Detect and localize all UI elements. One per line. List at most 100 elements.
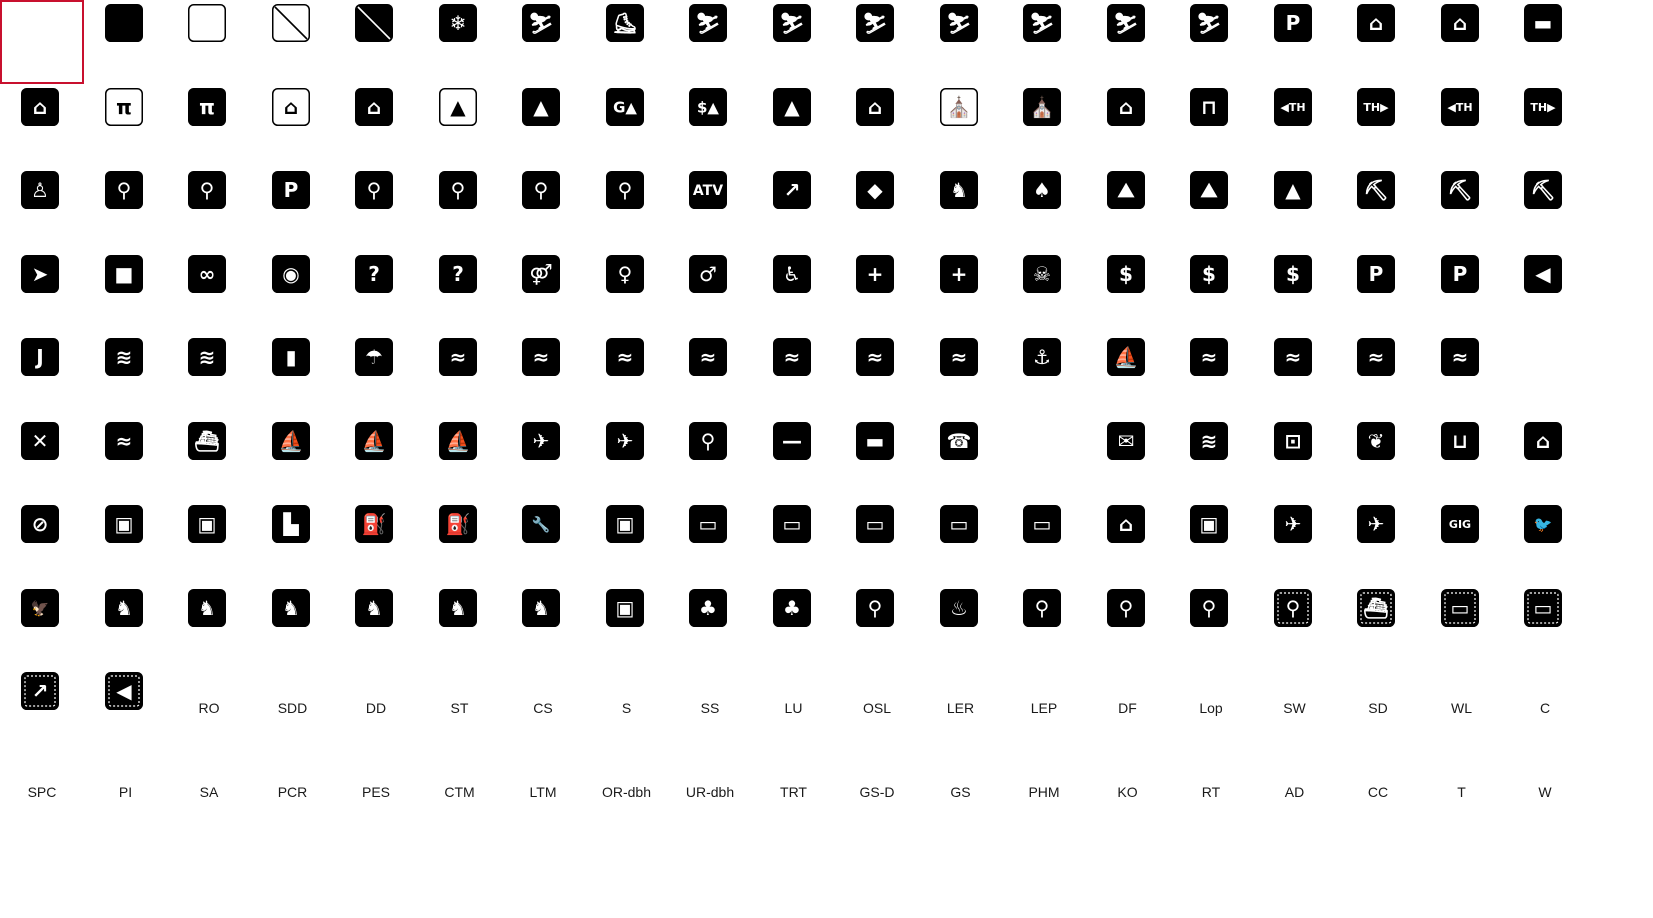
palette-text-label[interactable]: OR-dbh bbox=[585, 752, 669, 836]
palette-symbol-horseback-riding-icon[interactable]: ♞ bbox=[84, 585, 168, 669]
palette-symbol-paid-camping-icon[interactable]: $▲ bbox=[668, 84, 752, 168]
palette-symbol-dashed-point-icon[interactable]: ↗ bbox=[0, 668, 84, 752]
palette-symbol-walking-path-icon[interactable]: ⚲ bbox=[1086, 585, 1170, 669]
palette-symbol-point-of-interest-icon[interactable]: ↗ bbox=[752, 167, 836, 251]
palette-symbol-solid-black-square[interactable] bbox=[84, 0, 168, 84]
palette-text-label[interactable]: LTM bbox=[501, 752, 585, 836]
palette-text-label[interactable]: CC bbox=[1336, 752, 1420, 836]
palette-text-label[interactable]: PI bbox=[84, 752, 168, 836]
palette-symbol-paddle-icon[interactable]: ✕ bbox=[0, 418, 84, 502]
palette-symbol-surfing-icon[interactable]: ≈ bbox=[752, 334, 836, 418]
palette-symbol-atv-icon[interactable]: ⚲ bbox=[418, 167, 502, 251]
palette-symbol-restaurant-icon[interactable]: ⊘ bbox=[0, 501, 84, 585]
palette-symbol-dog-icon[interactable]: ♞ bbox=[501, 585, 585, 669]
palette-symbol-parking-serif-icon[interactable]: P bbox=[1420, 251, 1504, 335]
palette-symbol-eagle-icon[interactable]: 🦅 bbox=[0, 585, 84, 669]
palette-symbol-bicycle-icon[interactable]: ⚲ bbox=[84, 167, 168, 251]
palette-symbol-chapel-outline-icon[interactable]: ⛪ bbox=[919, 84, 1003, 168]
palette-symbol-laundry-icon[interactable]: ▣ bbox=[167, 501, 251, 585]
palette-text-label[interactable]: ST bbox=[418, 668, 502, 752]
palette-text-label[interactable]: AD bbox=[1253, 752, 1337, 836]
palette-text-label[interactable]: Lop bbox=[1169, 668, 1253, 752]
palette-symbol-snowshoeing-icon[interactable]: ⛷ bbox=[501, 0, 585, 84]
palette-symbol-rafting-icon[interactable]: ≈ bbox=[1169, 334, 1253, 418]
palette-symbol-group-camping-icon[interactable]: G▲ bbox=[585, 84, 669, 168]
palette-symbol-tunnel-icon[interactable]: ⌂ bbox=[1086, 501, 1170, 585]
palette-symbol-water-ski-icon[interactable]: ≈ bbox=[84, 418, 168, 502]
palette-symbol-information-icon[interactable]: ? bbox=[334, 251, 418, 335]
palette-symbol-windsurf-icon[interactable]: ⛵ bbox=[334, 418, 418, 502]
palette-symbol-motorbike-parking-icon[interactable]: P bbox=[251, 167, 335, 251]
palette-symbol-motorboat-icon[interactable]: ⛴ bbox=[167, 418, 251, 502]
palette-symbol-women-restroom-icon[interactable]: ♀ bbox=[585, 251, 669, 335]
palette-symbol-swimming-icon[interactable]: ≈ bbox=[501, 334, 585, 418]
palette-symbol-wheelchair-icon[interactable]: ♿ bbox=[752, 251, 836, 335]
palette-text-label[interactable]: SDD bbox=[251, 668, 335, 752]
palette-symbol-environment-icon[interactable]: ❦ bbox=[1336, 418, 1420, 502]
palette-symbol-atv-vehicle-icon[interactable]: ⚲ bbox=[585, 167, 669, 251]
palette-symbol-kayak-icon[interactable]: ≈ bbox=[1420, 334, 1504, 418]
palette-symbol-canoe-icon[interactable]: ≈ bbox=[1336, 334, 1420, 418]
palette-symbol-hunting-icon[interactable]: ⚲ bbox=[668, 418, 752, 502]
palette-symbol-dollar-icon[interactable]: $ bbox=[1086, 251, 1170, 335]
palette-symbol-mail-icon[interactable]: ✉ bbox=[1086, 418, 1170, 502]
palette-symbol-horse-trail-icon[interactable]: ♞ bbox=[418, 585, 502, 669]
palette-symbol-pack-horse-icon[interactable]: ♞ bbox=[251, 585, 335, 669]
palette-symbol-bus-icon[interactable]: ▭ bbox=[752, 501, 836, 585]
palette-symbol-gig-icon[interactable]: GIG bbox=[1420, 501, 1504, 585]
palette-symbol-rock-climbing-icon[interactable]: ⛰ bbox=[1086, 167, 1170, 251]
palette-text-label[interactable]: CS bbox=[501, 668, 585, 752]
palette-text-label[interactable]: RO bbox=[167, 668, 251, 752]
palette-symbol-ski-jump-icon[interactable]: ⛷ bbox=[919, 0, 1003, 84]
palette-symbol-car-ferry-icon[interactable]: ▭ bbox=[919, 501, 1003, 585]
palette-symbol-picnic-shelter-icon[interactable]: ⌂ bbox=[0, 84, 84, 168]
palette-symbol-atv-text-icon[interactable]: ATV bbox=[668, 167, 752, 251]
palette-symbol-squirrel-icon[interactable]: ♠ bbox=[1002, 167, 1086, 251]
palette-text-label[interactable]: LU bbox=[752, 668, 836, 752]
palette-symbol-shelter-icon[interactable]: ⌂ bbox=[1336, 0, 1420, 84]
palette-symbol-trailhead-right-bold-icon[interactable]: TH▶ bbox=[1503, 84, 1587, 168]
palette-symbol-boat-launch-icon[interactable]: ⛵ bbox=[1086, 334, 1170, 418]
palette-symbol-gardening-icon[interactable]: ⚲ bbox=[835, 585, 919, 669]
palette-symbol-wading-icon[interactable]: ≈ bbox=[418, 334, 502, 418]
palette-symbol-snowflake-icon[interactable]: ❄ bbox=[418, 0, 502, 84]
palette-text-label[interactable]: SD bbox=[1336, 668, 1420, 752]
palette-symbol-hiking-icon[interactable]: ♙ bbox=[0, 167, 84, 251]
palette-text-label[interactable]: LEP bbox=[1002, 668, 1086, 752]
palette-symbol-anchor-icon[interactable]: ⚓ bbox=[1002, 334, 1086, 418]
palette-text-label[interactable]: GS-D bbox=[835, 752, 919, 836]
palette-symbol-climbing-icon[interactable]: ⛰ bbox=[1169, 167, 1253, 251]
palette-symbol-telephone-icon[interactable]: ☎ bbox=[919, 418, 1003, 502]
palette-symbol-binoculars-icon[interactable]: ∞ bbox=[167, 251, 251, 335]
palette-symbol-stable-icon[interactable]: ♞ bbox=[167, 585, 251, 669]
palette-text-label[interactable]: OSL bbox=[835, 668, 919, 752]
palette-symbol-sailboat-icon[interactable]: ⛵ bbox=[251, 418, 335, 502]
palette-symbol-fuel-icon[interactable]: ⛽ bbox=[334, 501, 418, 585]
palette-text-label[interactable]: DD bbox=[334, 668, 418, 752]
palette-symbol-snowmobile-trail-icon[interactable]: ⛷ bbox=[1169, 0, 1253, 84]
palette-symbol-sledding-icon[interactable]: ⛷ bbox=[1002, 0, 1086, 84]
palette-symbol-trailhead-left-icon[interactable]: ◀TH bbox=[1253, 84, 1337, 168]
palette-symbol-ranger-station-icon[interactable]: ⌂ bbox=[1086, 84, 1170, 168]
palette-symbol-campfire-icon[interactable]: ♨ bbox=[919, 585, 1003, 669]
palette-text-label[interactable]: SS bbox=[668, 668, 752, 752]
palette-text-label[interactable]: C bbox=[1503, 668, 1587, 752]
palette-symbol-bed-icon[interactable]: ▬ bbox=[1503, 0, 1587, 84]
palette-text-label[interactable]: GS bbox=[919, 752, 1003, 836]
palette-symbol-fish-arrow-icon[interactable]: ➤ bbox=[0, 251, 84, 335]
palette-symbol-prohibition-outline-square[interactable] bbox=[251, 0, 335, 84]
palette-symbol-mine-cart-icon[interactable]: ⛏ bbox=[1336, 167, 1420, 251]
palette-text-label[interactable]: LER bbox=[919, 668, 1003, 752]
palette-symbol-horse-icon[interactable]: ♞ bbox=[334, 585, 418, 669]
palette-text-label[interactable]: WL bbox=[1420, 668, 1504, 752]
palette-symbol-skull-crossbones-icon[interactable]: ☠ bbox=[1002, 251, 1086, 335]
palette-symbol-cross-country-ski-icon[interactable]: ⛷ bbox=[668, 0, 752, 84]
palette-symbol-sailing-icon[interactable]: ⛵ bbox=[418, 418, 502, 502]
palette-symbol-dam-icon[interactable]: ≋ bbox=[167, 334, 251, 418]
palette-symbol-no-tree-icon[interactable]: ♣ bbox=[752, 585, 836, 669]
palette-symbol-sanitary-station-icon[interactable]: ▙ bbox=[251, 501, 335, 585]
palette-symbol-rowing-icon[interactable]: ≈ bbox=[1253, 334, 1337, 418]
palette-symbol-mountain-bike-icon[interactable]: ⚲ bbox=[167, 167, 251, 251]
palette-symbol-snorkel-icon[interactable]: ≈ bbox=[919, 334, 1003, 418]
palette-text-label[interactable]: SA bbox=[167, 752, 251, 836]
